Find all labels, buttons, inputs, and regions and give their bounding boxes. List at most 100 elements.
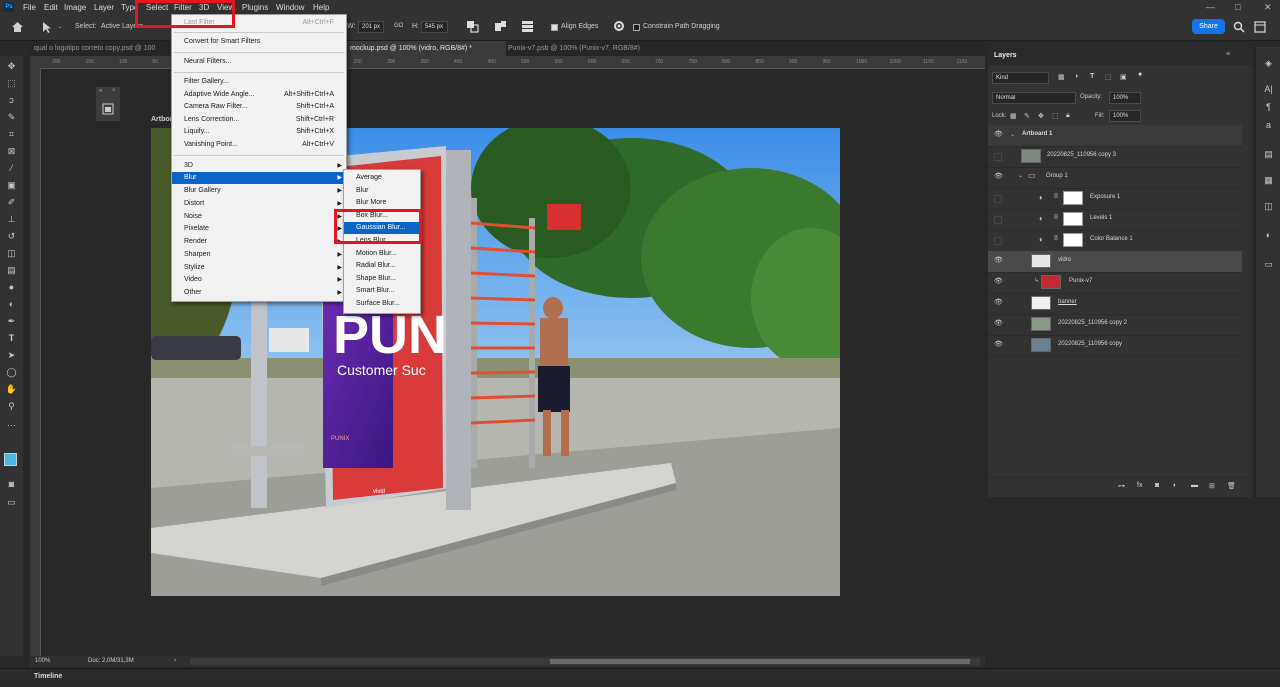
visibility-eye-icon[interactable]: 👁︎: [994, 320, 1003, 327]
trash-icon[interactable]: 🗑︎: [1227, 482, 1236, 490]
more-tools-icon[interactable]: ···: [5, 419, 18, 431]
glyphs-panel-icon[interactable]: a: [1262, 119, 1275, 131]
adjustment-icon[interactable]: ◐: [1173, 482, 1177, 489]
doc-size[interactable]: Doc: 2,0M/31,3M: [88, 658, 134, 664]
menu-edit[interactable]: Edit: [44, 3, 58, 12]
move-tool-icon[interactable]: ✥: [5, 60, 18, 72]
menu-layer[interactable]: Layer: [94, 3, 114, 12]
layer-row[interactable]: 👁︎ ⌄ ▭ Group 1: [988, 167, 1242, 189]
panel-menu-icon[interactable]: ≡: [1226, 51, 1230, 58]
expand-chevron-icon[interactable]: ⌄: [1010, 131, 1015, 138]
filter-pixel-icon[interactable]: ▦: [1058, 73, 1065, 81]
chain-link-icon[interactable]: 8: [1054, 235, 1058, 242]
layer-row-selected[interactable]: 👁︎ vidro: [988, 251, 1242, 273]
layer-filter-kind[interactable]: Kind: [992, 72, 1049, 84]
transform-icon[interactable]: [466, 20, 479, 33]
libraries-panel-icon[interactable]: ▦: [1262, 174, 1275, 186]
clone-stamp-icon[interactable]: ⊥: [5, 213, 18, 225]
healing-brush-icon[interactable]: ▣: [5, 179, 18, 191]
lock-pixels-icon[interactable]: ▦: [1010, 112, 1017, 120]
menu-item-render[interactable]: Render ▶: [172, 236, 346, 248]
menu-window[interactable]: Window: [276, 3, 304, 12]
constrain-path-checkbox[interactable]: [633, 24, 640, 31]
menu-file[interactable]: File: [23, 3, 36, 12]
menu-item-blur-gallery[interactable]: Blur Gallery ▶: [172, 185, 346, 197]
menu-item-liquify[interactable]: Liquify... Shift+Ctrl+X: [172, 126, 346, 138]
new-layer-icon[interactable]: ⊞: [1209, 482, 1215, 490]
layer-row[interactable]: 20220825_110956 copy 3: [988, 146, 1242, 168]
visibility-off-box[interactable]: [994, 153, 1002, 161]
quick-mask-icon[interactable]: ◙: [5, 478, 18, 490]
screen-mode-icon[interactable]: ▭: [5, 496, 18, 508]
status-menu-icon[interactable]: ›: [174, 657, 176, 664]
brush-tool-icon[interactable]: ✐: [5, 196, 18, 208]
menu-help[interactable]: Help: [313, 3, 329, 12]
fill-field[interactable]: 100%: [1109, 110, 1141, 122]
submenu-item-blur[interactable]: Blur: [344, 185, 420, 197]
menu-item-filter-gallery[interactable]: Filter Gallery...: [172, 76, 346, 88]
workspace-icon[interactable]: [1254, 21, 1266, 33]
link-dimensions-icon[interactable]: GO: [394, 23, 403, 29]
layer-row[interactable]: 👁︎ ⌄ Artboard 1: [988, 125, 1242, 147]
height-field[interactable]: 545 px: [421, 21, 448, 33]
foreground-color-swatch[interactable]: [4, 453, 17, 466]
lock-artboard-icon[interactable]: ⬚: [1052, 112, 1059, 120]
folder-icon[interactable]: ▬: [1191, 482, 1198, 489]
align-edges-checkbox[interactable]: [551, 24, 558, 31]
collapse-icon[interactable]: «: [99, 88, 102, 94]
layers-panel-title[interactable]: Layers: [994, 52, 1017, 59]
path-selection-icon[interactable]: ➤: [5, 349, 18, 361]
marquee-tool-icon[interactable]: ⬚: [5, 77, 18, 89]
hand-tool-icon[interactable]: ✋: [5, 383, 18, 395]
character-panel-icon[interactable]: A|: [1262, 83, 1275, 95]
tab-mockup[interactable]: mockup.psd @ 100% (vidro, RGB/8#) *: [346, 41, 506, 56]
visibility-eye-icon[interactable]: 👁︎: [994, 278, 1003, 285]
frame-tool-icon[interactable]: ⊠: [5, 145, 18, 157]
shape-tool-icon[interactable]: ◯: [5, 366, 18, 378]
dodge-tool-icon[interactable]: ◐: [5, 298, 18, 310]
menu-item-3d[interactable]: 3D ▶: [172, 160, 346, 172]
layers-panel-icon[interactable]: ◈: [1262, 57, 1275, 69]
blur-tool-icon[interactable]: ●: [5, 281, 18, 293]
tab-punix[interactable]: Punix-v7.psb @ 100% (Punix-v7, RGB/8#): [504, 41, 678, 56]
menu-item-other[interactable]: Other ▶: [172, 287, 346, 299]
menu-plugins[interactable]: Plugins: [242, 3, 268, 12]
fx-icon[interactable]: fx: [1137, 482, 1142, 489]
visibility-eye-icon[interactable]: 👁︎: [994, 299, 1003, 306]
gear-icon[interactable]: [613, 20, 625, 32]
filter-type-icon[interactable]: T: [1090, 73, 1094, 80]
properties-panel-icon[interactable]: ▤: [1262, 148, 1275, 160]
properties-icon[interactable]: [102, 103, 114, 115]
tab-logotipo[interactable]: qual o logotipo correto copy.psd @ 100: [30, 41, 174, 56]
maximize-button[interactable]: □: [1235, 2, 1240, 12]
visibility-eye-icon[interactable]: 👁︎: [994, 341, 1003, 348]
menu-item-stylize[interactable]: Stylize ▶: [172, 262, 346, 274]
menu-item-adaptive-wide-angle[interactable]: Adaptive Wide Angle... Alt+Shift+Ctrl+A: [172, 89, 346, 101]
lasso-tool-icon[interactable]: ↄ: [5, 94, 18, 106]
submenu-item-motion-blur[interactable]: Motion Blur...: [344, 248, 420, 260]
menu-item-noise[interactable]: Noise ▶: [172, 211, 346, 223]
paths-panel-icon[interactable]: ▭: [1262, 258, 1275, 270]
expand-chevron-icon[interactable]: ⌄: [1018, 172, 1023, 179]
submenu-item-radial-blur[interactable]: Radial Blur...: [344, 260, 420, 272]
menu-item-distort[interactable]: Distort ▶: [172, 198, 346, 210]
timeline-label[interactable]: Timeline: [34, 673, 62, 680]
path-alignment-icon[interactable]: [521, 20, 534, 33]
menu-item-blur[interactable]: Blur ▶: [172, 172, 346, 184]
tool-dropdown-caret-icon[interactable]: ⌄: [58, 24, 62, 30]
visibility-eye-icon[interactable]: 👁︎: [994, 173, 1003, 180]
menu-image[interactable]: Image: [64, 3, 86, 12]
horizontal-scrollbar[interactable]: [190, 658, 980, 665]
width-field[interactable]: 201 px: [358, 21, 384, 33]
visibility-off-box[interactable]: [994, 237, 1002, 245]
chain-link-icon[interactable]: 8: [1054, 214, 1058, 221]
mask-icon[interactable]: ◙: [1155, 482, 1159, 489]
zoom-tool-icon[interactable]: ⚲: [5, 400, 18, 412]
visibility-eye-icon[interactable]: 👁︎: [994, 131, 1003, 138]
lock-position-icon[interactable]: ✥: [1038, 112, 1044, 120]
submenu-item-smart-blur[interactable]: Smart Blur...: [344, 285, 420, 297]
menu-item-convert-smart-filters[interactable]: Convert for Smart Filters: [172, 36, 346, 48]
layer-row[interactable]: 👁︎ ↳ Punix-v7: [988, 272, 1242, 294]
layer-row[interactable]: ◐ 8 Levels 1: [988, 209, 1242, 231]
layer-row[interactable]: 👁︎ banner: [988, 293, 1242, 315]
